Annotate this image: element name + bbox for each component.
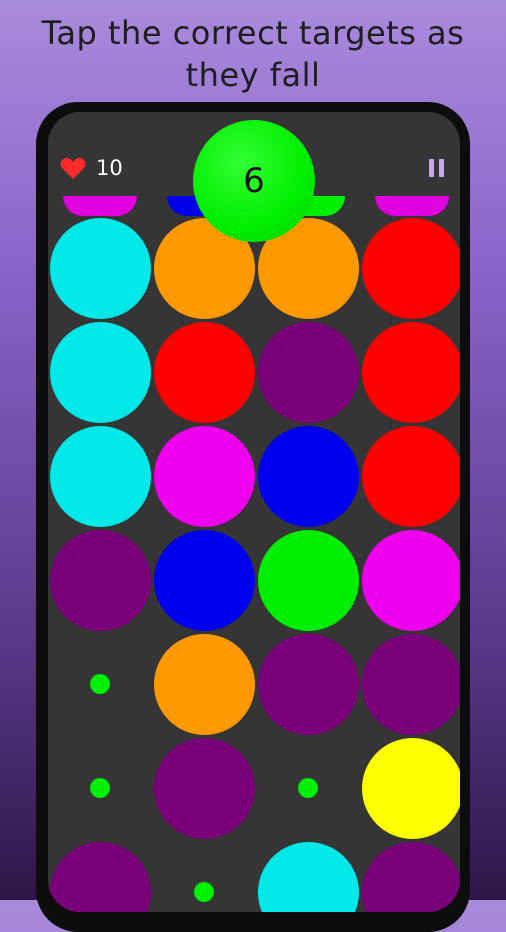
pause-button[interactable] [429,159,444,177]
grid-cell [48,216,152,320]
green-dot[interactable] [298,778,318,798]
red-ball[interactable] [361,425,460,527]
grid-cell [48,736,152,840]
score-value: 6 [243,161,265,201]
purple-ball[interactable] [49,529,151,631]
green-ball[interactable] [257,529,359,631]
target-catcher [63,196,137,216]
orange-ball[interactable] [153,633,255,735]
grid-cell [152,736,256,840]
grid-cell [360,528,460,632]
grid-cell [360,320,460,424]
cyan-ball[interactable] [49,321,151,423]
grid-cell [48,528,152,632]
instruction-text: Tap the correct targets as they fall [41,14,465,94]
magenta-ball[interactable] [153,425,255,527]
game-screen: 10 6 [48,112,460,912]
purple-ball[interactable] [257,321,359,423]
cyan-ball[interactable] [49,217,151,319]
target-catcher [375,196,449,216]
lives-indicator: 10 [60,156,123,180]
grid-cell [256,320,360,424]
grid-cell [256,736,360,840]
score-bubble: 6 [193,120,315,242]
grid-cell [360,840,460,912]
lives-count: 10 [96,156,123,180]
grid-cell [360,736,460,840]
grid-cell [256,424,360,528]
grid-cell [152,320,256,424]
red-ball[interactable] [153,321,255,423]
grid-cell [360,216,460,320]
grid-cell [152,632,256,736]
purple-ball[interactable] [257,633,359,735]
yellow-ball[interactable] [361,737,460,839]
cyan-ball[interactable] [49,425,151,527]
grid-cell [256,528,360,632]
blue-ball[interactable] [257,425,359,527]
pause-icon [429,159,434,177]
grid-cell [360,424,460,528]
blue-ball[interactable] [153,529,255,631]
green-dot[interactable] [90,674,110,694]
purple-ball[interactable] [153,737,255,839]
purple-ball[interactable] [361,633,460,735]
grid-cell [152,840,256,912]
heart-icon [60,158,86,179]
purple-ball[interactable] [49,841,151,912]
grid-cell [48,320,152,424]
cyan-ball[interactable] [257,841,359,912]
pause-icon [439,159,444,177]
grid-cell [48,424,152,528]
green-dot[interactable] [194,882,214,902]
green-dot[interactable] [90,778,110,798]
grid-cell [360,632,460,736]
grid-cell [152,528,256,632]
magenta-ball[interactable] [361,529,460,631]
grid-cell [48,840,152,912]
red-ball[interactable] [361,217,460,319]
grid-cell [48,632,152,736]
purple-ball[interactable] [361,841,460,912]
grid-cell [256,632,360,736]
red-ball[interactable] [361,321,460,423]
grid-cell [256,840,360,912]
grid-cell [152,424,256,528]
